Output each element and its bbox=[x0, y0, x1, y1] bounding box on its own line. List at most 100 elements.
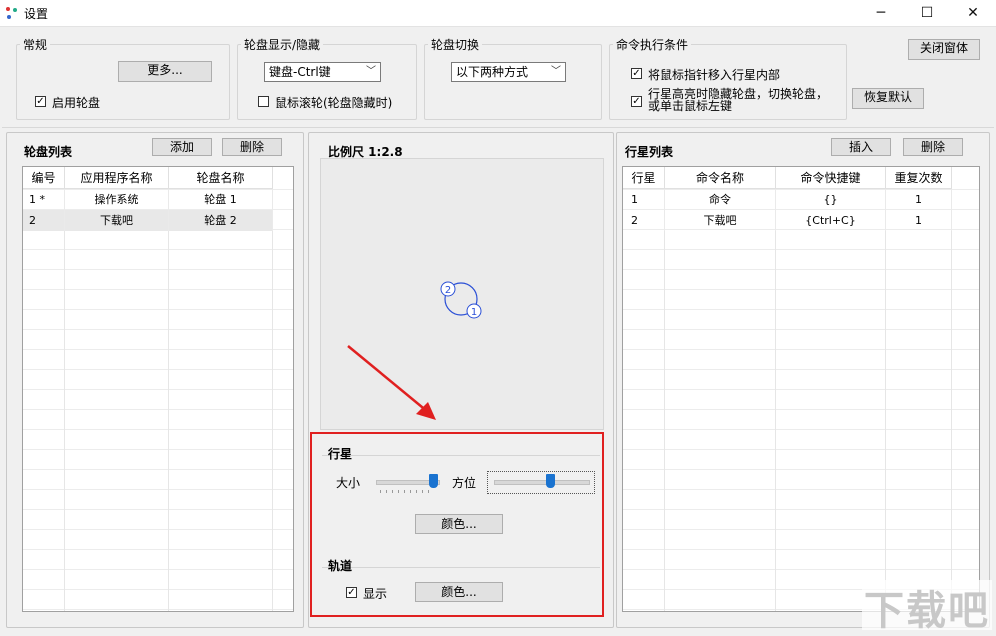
close-icon: ✕ bbox=[967, 5, 979, 21]
col-header-shortcut[interactable]: 命令快捷键 bbox=[776, 167, 886, 189]
more-button[interactable]: 更多... bbox=[118, 61, 212, 82]
exec-opt2-checkbox[interactable]: ✓ bbox=[631, 96, 642, 107]
cell-repeat: 1 bbox=[886, 210, 952, 231]
direction-slider[interactable] bbox=[487, 471, 595, 494]
direction-label: 方位 bbox=[452, 476, 477, 490]
enable-wheel-checkbox[interactable]: ✓ bbox=[35, 96, 46, 107]
cell-wheel: 轮盘 1 bbox=[169, 189, 273, 210]
cell-shortcut: {Ctrl+C} bbox=[776, 210, 886, 231]
grid-line bbox=[272, 189, 273, 611]
chevron-down-icon: ﹀ bbox=[551, 66, 561, 77]
star-table: 行星 命令名称 命令快捷键 重复次数 1 命令 {} 1 2 下载吧 {Ctrl… bbox=[622, 166, 980, 612]
minimize-icon: ─ bbox=[876, 5, 886, 21]
exec-opt2-line2: 或单击鼠标左键 bbox=[648, 99, 733, 113]
planet-divider bbox=[322, 455, 600, 456]
cell-id: 1 * bbox=[23, 189, 65, 210]
grid-line bbox=[885, 189, 886, 611]
planet-group-label: 行星 bbox=[328, 447, 353, 461]
check-icon: ✓ bbox=[632, 68, 641, 79]
switch-select[interactable]: 以下两种方式 ﹀ bbox=[451, 62, 566, 82]
cell-app: 下载吧 bbox=[65, 210, 169, 231]
col-header-app[interactable]: 应用程序名称 bbox=[65, 167, 169, 189]
insert-star-button[interactable]: 插入 bbox=[831, 138, 891, 156]
check-icon: ✓ bbox=[36, 96, 45, 107]
size-slider[interactable] bbox=[376, 472, 440, 496]
orbit-show-label: 显示 bbox=[363, 587, 388, 601]
exec-opt1-label: 将鼠标指针移入行星内部 bbox=[648, 68, 781, 82]
wheel-preview: 2 1 bbox=[440, 281, 482, 319]
general-group bbox=[16, 44, 230, 120]
general-group-label: 常规 bbox=[20, 36, 51, 53]
switch-select-value: 以下两种方式 bbox=[456, 65, 529, 79]
window-title: 设置 bbox=[24, 7, 49, 21]
planet-2-label: 2 bbox=[445, 285, 451, 296]
maximize-icon: ☐ bbox=[920, 5, 934, 21]
restore-default-button[interactable]: 恢复默认 bbox=[852, 88, 924, 109]
planet-1-label: 1 bbox=[471, 307, 477, 318]
size-label: 大小 bbox=[336, 476, 361, 490]
orbit-color-button[interactable]: 颜色... bbox=[415, 582, 503, 602]
show-hide-select-value: 键盘-Ctrl键 bbox=[269, 65, 331, 79]
grid-line bbox=[168, 189, 169, 611]
wheel-table: 编号 应用程序名称 轮盘名称 1 * 操作系统 轮盘 1 2 下载吧 轮盘 2 bbox=[22, 166, 294, 612]
check-icon: ✓ bbox=[632, 96, 641, 107]
cell-shortcut: {} bbox=[776, 189, 886, 210]
col-header-cmd-name[interactable]: 命令名称 bbox=[665, 167, 776, 189]
grid-line bbox=[664, 189, 665, 611]
cell-cmd-name: 命令 bbox=[665, 189, 776, 210]
slider-track bbox=[494, 480, 590, 485]
cell-repeat: 1 bbox=[886, 189, 952, 210]
close-window-button[interactable]: 关闭窗体 bbox=[908, 39, 980, 60]
col-header-repeat[interactable]: 重复次数 bbox=[886, 167, 952, 189]
delete-wheel-button[interactable]: 删除 bbox=[222, 138, 282, 156]
show-hide-group-label: 轮盘显示/隐藏 bbox=[241, 36, 324, 53]
grid-line bbox=[64, 189, 65, 611]
maximize-button[interactable]: ☐ bbox=[904, 0, 950, 26]
slider-thumb[interactable] bbox=[429, 474, 439, 488]
add-wheel-button[interactable]: 添加 bbox=[152, 138, 212, 156]
exec-opt2-label: 行星高亮时隐藏轮盘，切换轮盘， 或单击鼠标左键 bbox=[648, 88, 828, 112]
divider bbox=[2, 127, 994, 128]
title-bar: 设置 ─ ☐ ✕ bbox=[0, 0, 996, 27]
annotation-arrow-icon bbox=[347, 345, 436, 420]
slider-ticks bbox=[380, 490, 434, 493]
mouse-scroll-checkbox[interactable] bbox=[258, 96, 269, 107]
delete-star-button[interactable]: 删除 bbox=[903, 138, 963, 156]
col-header-id[interactable]: 编号 bbox=[23, 167, 65, 189]
close-button[interactable]: ✕ bbox=[950, 0, 996, 26]
cell-star: 1 bbox=[623, 189, 665, 210]
wheel-list-title: 轮盘列表 bbox=[24, 145, 73, 159]
star-list-title: 行星列表 bbox=[625, 145, 674, 159]
exec-group-label: 命令执行条件 bbox=[613, 36, 692, 53]
cell-star: 2 bbox=[623, 210, 665, 231]
enable-wheel-label: 启用轮盘 bbox=[52, 96, 101, 110]
star-table-grid bbox=[623, 189, 979, 611]
grid-line bbox=[775, 189, 776, 611]
slider-thumb[interactable] bbox=[546, 474, 555, 488]
col-header-star[interactable]: 行星 bbox=[623, 167, 665, 189]
orbit-group-label: 轨道 bbox=[328, 559, 353, 573]
switch-group-label: 轮盘切换 bbox=[428, 36, 483, 53]
cell-id: 2 bbox=[23, 210, 65, 231]
table-row[interactable]: 1 * 操作系统 轮盘 1 bbox=[23, 189, 293, 210]
chevron-down-icon: ﹀ bbox=[366, 66, 376, 77]
cell-cmd-name: 下载吧 bbox=[665, 210, 776, 231]
table-row[interactable]: 2 下载吧 轮盘 2 bbox=[23, 210, 273, 231]
table-row[interactable]: 2 下载吧 {Ctrl+C} 1 bbox=[623, 210, 979, 231]
cell-wheel: 轮盘 2 bbox=[169, 210, 273, 231]
watermark: 下载吧 bbox=[864, 588, 990, 634]
col-header-wheel[interactable]: 轮盘名称 bbox=[169, 167, 273, 189]
switch-group bbox=[424, 44, 602, 120]
grid-line bbox=[951, 189, 952, 611]
exec-opt1-checkbox[interactable]: ✓ bbox=[631, 68, 642, 79]
mouse-scroll-label: 鼠标滚轮(轮盘隐藏时) bbox=[275, 96, 393, 110]
orbit-show-checkbox[interactable]: ✓ bbox=[346, 587, 357, 598]
orbit-divider bbox=[322, 567, 600, 568]
planet-color-button[interactable]: 颜色... bbox=[415, 514, 503, 534]
show-hide-select[interactable]: 键盘-Ctrl键 ﹀ bbox=[264, 62, 381, 82]
app-icon bbox=[6, 7, 17, 19]
minimize-button[interactable]: ─ bbox=[858, 0, 904, 26]
cell-app: 操作系统 bbox=[65, 189, 169, 210]
table-row[interactable]: 1 命令 {} 1 bbox=[623, 189, 979, 210]
check-icon: ✓ bbox=[347, 587, 356, 598]
